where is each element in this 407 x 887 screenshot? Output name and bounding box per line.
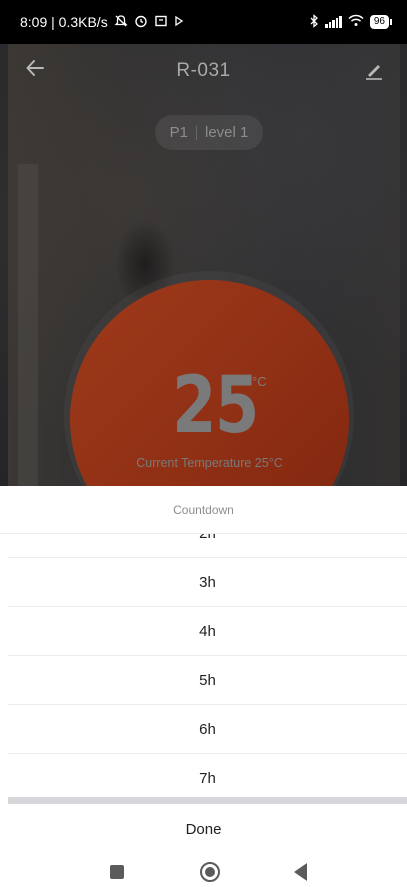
done-button[interactable]: Done bbox=[0, 804, 407, 854]
sheet-title: Countdown bbox=[0, 486, 407, 534]
back-triangle-icon[interactable] bbox=[294, 863, 307, 881]
wifi-icon bbox=[348, 14, 364, 30]
status-left: 8:09 | 0.3KB/s bbox=[20, 14, 184, 31]
system-navbar bbox=[0, 854, 407, 887]
mode-divider bbox=[196, 125, 197, 140]
background-post bbox=[18, 164, 38, 486]
status-time: 8:09 | 0.3KB/s bbox=[20, 14, 108, 30]
header: R-031 bbox=[0, 44, 407, 98]
countdown-option[interactable]: 3h bbox=[8, 558, 407, 607]
countdown-option[interactable]: 5h bbox=[8, 656, 407, 705]
countdown-picker[interactable]: 2h 3h 4h 5h 6h 7h bbox=[8, 534, 407, 798]
signal-icon bbox=[325, 16, 342, 28]
mute-icon bbox=[114, 14, 128, 31]
bluetooth-icon bbox=[309, 13, 319, 31]
recents-square-icon[interactable] bbox=[110, 865, 124, 879]
sheet-divider bbox=[8, 797, 407, 804]
countdown-sheet: Countdown 2h 3h 4h 5h 6h 7h Done bbox=[0, 486, 407, 887]
current-temperature: Current Temperature 25°C bbox=[136, 456, 283, 470]
temperature-unit: °C bbox=[252, 374, 267, 389]
battery-icon: 96 bbox=[369, 15, 393, 29]
mode-preset: P1 bbox=[169, 124, 188, 141]
status-right: 96 bbox=[309, 13, 393, 31]
countdown-option[interactable]: 6h bbox=[8, 705, 407, 754]
mode-selector[interactable]: P1 level 1 bbox=[155, 115, 263, 150]
temperature-value: 25 bbox=[172, 361, 259, 451]
arrow-left-icon[interactable] bbox=[24, 57, 50, 83]
pencil-icon[interactable] bbox=[363, 59, 385, 81]
home-circle-icon[interactable] bbox=[200, 862, 220, 882]
play-icon bbox=[174, 15, 184, 30]
status-bar: 8:09 | 0.3KB/s 96 bbox=[0, 0, 407, 44]
device-background: R-031 P1 level 1 25 °C Current Temperatu… bbox=[0, 44, 407, 486]
countdown-option[interactable]: 2h bbox=[8, 534, 407, 558]
notification-icon bbox=[154, 14, 168, 31]
alarm-icon bbox=[134, 14, 148, 31]
countdown-option[interactable]: 7h bbox=[8, 754, 407, 798]
countdown-option[interactable]: 4h bbox=[8, 607, 407, 656]
page-title: R-031 bbox=[176, 60, 231, 81]
mode-level: level 1 bbox=[205, 124, 249, 141]
